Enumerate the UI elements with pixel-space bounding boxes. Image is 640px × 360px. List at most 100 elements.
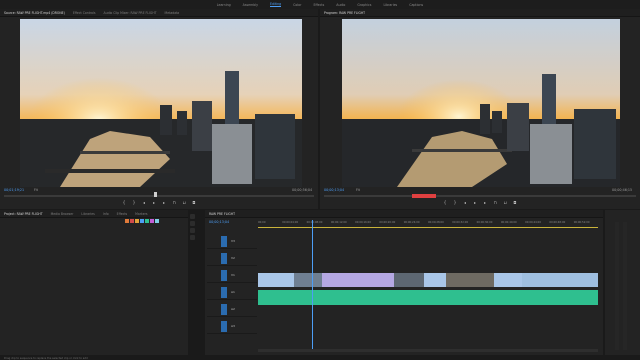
- tab-project[interactable]: Project: RAW PRE FLIGHT: [4, 212, 43, 216]
- step-forward-icon[interactable]: ▸: [483, 201, 487, 205]
- tools-panel: [190, 212, 202, 252]
- source-video-frame[interactable]: [20, 19, 302, 187]
- video-clip[interactable]: [394, 273, 424, 287]
- workspace-graphics[interactable]: Graphics: [357, 3, 371, 7]
- track-target-toggle[interactable]: [221, 270, 227, 281]
- tab-program[interactable]: Program: RAW PRE FLIGHT: [324, 11, 365, 15]
- tab-info[interactable]: Info: [103, 212, 109, 216]
- camera-icon[interactable]: ◘: [192, 201, 196, 205]
- video-clip[interactable]: [294, 273, 322, 287]
- track-header-a3[interactable]: A3: [207, 319, 257, 334]
- source-fit-select[interactable]: Fit: [34, 188, 38, 192]
- step-back-icon[interactable]: ◂: [142, 201, 146, 205]
- swatch[interactable]: [125, 219, 129, 223]
- workspace-learning[interactable]: Learning: [217, 3, 231, 7]
- lift-icon[interactable]: ⊓: [493, 201, 497, 205]
- pen-tool-icon[interactable]: [190, 235, 195, 240]
- swatch[interactable]: [130, 219, 134, 223]
- audio-meters-panel: [605, 210, 640, 356]
- track-header-v3[interactable]: V3: [207, 234, 257, 249]
- track-header-a2[interactable]: A2: [207, 302, 257, 317]
- track-target-toggle[interactable]: [221, 236, 227, 247]
- track-header-v2[interactable]: V2: [207, 251, 257, 266]
- tab-effect-controls[interactable]: Effect Controls: [73, 11, 96, 15]
- workspace-audio[interactable]: Audio: [336, 3, 345, 7]
- source-playhead[interactable]: [154, 192, 157, 197]
- workspace-captions[interactable]: Captions: [409, 3, 423, 7]
- video-clip[interactable]: [494, 273, 522, 287]
- tab-effects[interactable]: Effects: [117, 212, 128, 216]
- track-header-a1[interactable]: A1: [207, 285, 257, 300]
- program-scrub-bar[interactable]: [324, 195, 636, 197]
- source-timecode-current[interactable]: 00;01;19;21: [4, 188, 24, 192]
- swatch[interactable]: [140, 219, 144, 223]
- video-track-v1[interactable]: [258, 272, 598, 288]
- ripple-edit-tool-icon[interactable]: [190, 221, 195, 226]
- tab-libraries[interactable]: Libraries: [81, 212, 94, 216]
- video-clip[interactable]: [322, 273, 394, 287]
- workspace-assembly[interactable]: Assembly: [243, 3, 258, 7]
- program-monitor-panel: Program: RAW PRE FLIGHT 00;00;13;04 Fit …: [320, 9, 640, 209]
- tab-source[interactable]: Source: RAW PRE FLIGHT.mp4 (DRONE): [4, 11, 65, 15]
- ruler-tick-label: 00;00;36;00: [476, 221, 493, 224]
- camera-icon[interactable]: ◘: [513, 201, 517, 205]
- status-bar: Drag clip to sequence to replace the sel…: [0, 355, 640, 360]
- timeline-timecode[interactable]: 00;00;13;04: [209, 220, 229, 224]
- timeline-scrollbar[interactable]: [258, 349, 598, 352]
- swatch[interactable]: [145, 219, 149, 223]
- tab-markers[interactable]: Markers: [135, 212, 147, 216]
- workspace-editing[interactable]: Editing: [270, 2, 282, 7]
- track-label: A3: [231, 324, 235, 328]
- overwrite-icon[interactable]: ⊔: [182, 201, 186, 205]
- workspace-effects[interactable]: Effects: [313, 3, 324, 7]
- ruler-tick-label: 00;00;08;00: [306, 221, 323, 224]
- audio-meter-left: [615, 222, 619, 350]
- tab-audio-clip-mixer[interactable]: Audio Clip Mixer: RAW PRE FLIGHT: [104, 11, 157, 15]
- track-target-toggle[interactable]: [221, 304, 227, 315]
- workspace-color[interactable]: Color: [293, 3, 301, 7]
- tab-media-browser[interactable]: Media Browser: [51, 212, 74, 216]
- timeline-playhead[interactable]: [312, 220, 314, 350]
- swatch[interactable]: [135, 219, 139, 223]
- mark-in-icon[interactable]: {: [122, 201, 126, 205]
- mark-in-icon[interactable]: {: [443, 201, 447, 205]
- program-timecode-current[interactable]: 00;00;13;04: [324, 188, 344, 192]
- track-label: A2: [231, 307, 235, 311]
- program-in-out-range[interactable]: [412, 194, 436, 198]
- play-icon[interactable]: ▸: [473, 201, 477, 205]
- swatch[interactable]: [155, 219, 159, 223]
- track-label: V3: [231, 239, 235, 243]
- swatch[interactable]: [150, 219, 154, 223]
- program-fit-select[interactable]: Fit: [356, 188, 360, 192]
- ruler-tick-label: 00;00;04;00: [282, 221, 299, 224]
- video-clip[interactable]: [424, 273, 446, 287]
- video-clip[interactable]: [446, 273, 494, 287]
- insert-icon[interactable]: ⊓: [172, 201, 176, 205]
- program-video-frame[interactable]: [342, 19, 620, 187]
- skyline-image: [20, 19, 302, 187]
- selection-tool-icon[interactable]: [190, 214, 195, 219]
- mark-out-icon[interactable]: }: [132, 201, 136, 205]
- program-tabrow: Program: RAW PRE FLIGHT: [320, 9, 640, 17]
- source-scrub-bar[interactable]: [4, 195, 314, 197]
- step-forward-icon[interactable]: ▸: [162, 201, 166, 205]
- source-tabrow: Source: RAW PRE FLIGHT.mp4 (DRONE) Effec…: [0, 9, 318, 17]
- audio-clip-a1[interactable]: [258, 290, 598, 305]
- track-headers: V3 V2 V1 A1 A2 A3: [207, 234, 257, 344]
- workspace-libraries[interactable]: Libraries: [383, 3, 397, 7]
- play-icon[interactable]: ▸: [152, 201, 156, 205]
- step-back-icon[interactable]: ◂: [463, 201, 467, 205]
- extract-icon[interactable]: ⊔: [503, 201, 507, 205]
- razor-tool-icon[interactable]: [190, 228, 195, 233]
- mark-out-icon[interactable]: }: [453, 201, 457, 205]
- video-clip[interactable]: [522, 273, 598, 287]
- track-target-toggle[interactable]: [221, 253, 227, 264]
- tab-metadata[interactable]: Metadata: [165, 11, 180, 15]
- track-target-toggle[interactable]: [221, 321, 227, 332]
- track-header-v1[interactable]: V1: [207, 268, 257, 283]
- video-clip[interactable]: [258, 273, 294, 287]
- work-area-bar[interactable]: [258, 227, 598, 228]
- track-target-toggle[interactable]: [221, 287, 227, 298]
- tab-sequence[interactable]: RAW PRE FLIGHT: [209, 212, 235, 216]
- program-timecode-duration: 00;00;46;15: [612, 188, 633, 192]
